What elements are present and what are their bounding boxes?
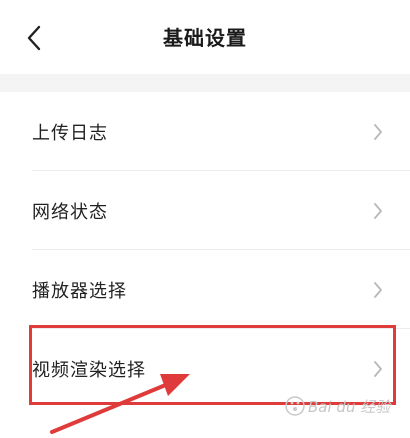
settings-item-video-render-select[interactable]: 视频渲染选择 xyxy=(0,329,410,408)
settings-item-label: 网络状态 xyxy=(32,201,108,223)
settings-list: 上传日志 网络状态 播放器选择 视频渲染选择 xyxy=(0,92,410,408)
section-gap xyxy=(0,74,410,92)
top-bar: 基础设置 xyxy=(0,0,410,74)
settings-item-player-select[interactable]: 播放器选择 xyxy=(0,250,410,329)
chevron-right-icon xyxy=(372,201,384,221)
settings-item-label: 播放器选择 xyxy=(32,280,127,302)
settings-item-network-status[interactable]: 网络状态 xyxy=(0,171,410,250)
settings-item-label: 上传日志 xyxy=(32,122,108,144)
page-title: 基础设置 xyxy=(163,26,247,50)
settings-item-label: 视频渲染选择 xyxy=(32,359,146,381)
chevron-right-icon xyxy=(372,122,384,142)
settings-item-upload-log[interactable]: 上传日志 xyxy=(0,92,410,171)
chevron-right-icon xyxy=(372,280,384,300)
chevron-right-icon xyxy=(372,359,384,379)
